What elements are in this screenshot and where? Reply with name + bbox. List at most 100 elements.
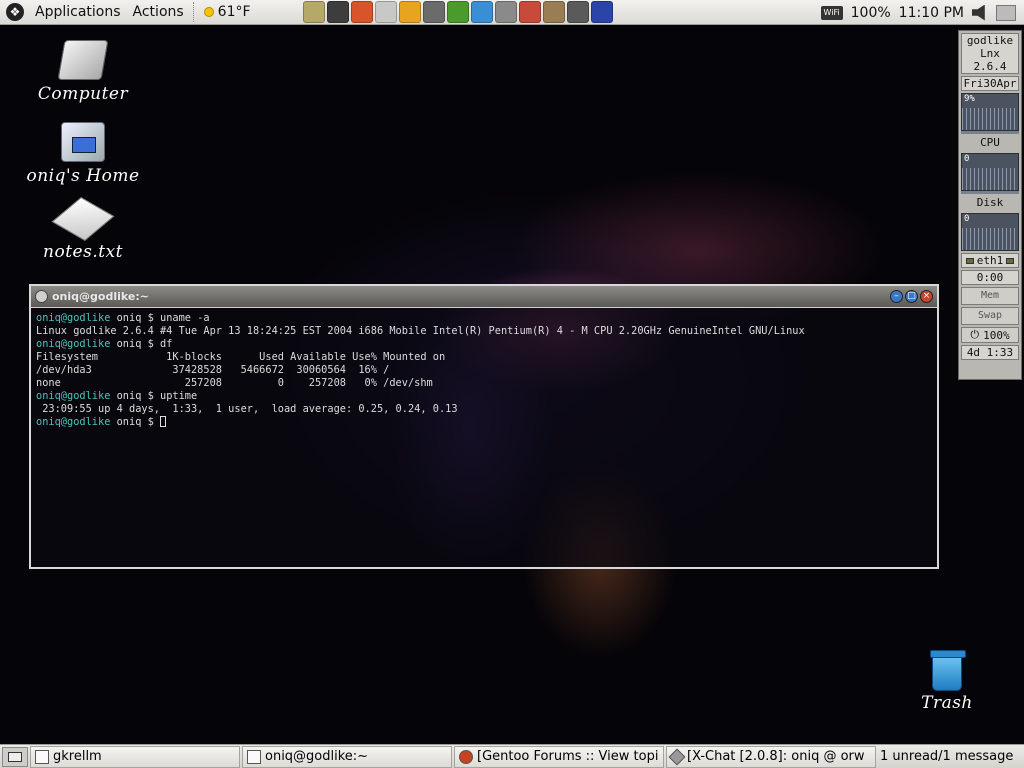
- desktop-icon-label: oniq's Home: [26, 166, 140, 186]
- terminal-line: 23:09:55 up 4 days, 1:33, 1 user, load a…: [36, 403, 932, 416]
- tx-led-icon: [1006, 257, 1015, 264]
- show-desktop-button[interactable]: [2, 746, 28, 767]
- firefox-icon[interactable]: [350, 1, 373, 23]
- mail-icon[interactable]: [566, 1, 589, 23]
- terminal-text: oniq $ uptime: [110, 390, 198, 402]
- terminal-icon[interactable]: [326, 1, 349, 23]
- terminal-text: oniq $ uname -a: [110, 312, 210, 324]
- close-button[interactable]: ×: [920, 290, 933, 303]
- terminal-line: oniq@godlike oniq $ uptime: [36, 390, 932, 403]
- desktop-icon-notes[interactable]: notes.txt: [18, 196, 148, 262]
- system-tray: WiFi 100% 11:10 PM: [820, 0, 1016, 25]
- actions-menu[interactable]: Actions: [127, 1, 190, 23]
- terminal-window-icon[interactable]: [35, 290, 48, 303]
- gkrellm-battery: ⏻ 100%: [961, 327, 1019, 343]
- prompt-user-host: oniq@godlike: [36, 338, 111, 350]
- plug-icon: ⏻: [970, 328, 980, 341]
- desktop-icon-label: Trash: [921, 693, 973, 713]
- gkrellm-disk-label: Disk: [976, 196, 1004, 209]
- gkrellm-swap-meter[interactable]: Swap: [961, 307, 1019, 325]
- minimize-button[interactable]: –: [890, 290, 903, 303]
- settings-icon[interactable]: [422, 1, 445, 23]
- prompt-user-host: oniq@godlike: [36, 312, 111, 324]
- media-icon[interactable]: [494, 1, 517, 23]
- terminal-line: /dev/hda3 37428528 5466672 30060564 16% …: [36, 364, 932, 377]
- terminal-text: 23:09:55 up 4 days, 1:33, 1 user, load a…: [36, 403, 458, 415]
- task-terminal[interactable]: oniq@godlike:~: [242, 745, 452, 768]
- prompt-user-host: oniq@godlike: [36, 390, 111, 402]
- gimp-icon[interactable]: [542, 1, 565, 23]
- gkrellm-cpu-label: CPU: [980, 136, 1000, 149]
- gkrellm-disk-value: 0: [964, 154, 970, 164]
- desktop-icon-home[interactable]: oniq's Home: [18, 122, 148, 186]
- desktop-icon-label: Computer: [37, 84, 129, 104]
- terminal-text: none 257208 0 257208 0% /dev/shm: [36, 377, 433, 389]
- task-firefox[interactable]: [Gentoo Forums :: View topi: [454, 745, 664, 768]
- gkrellm-kernel: Lnx 2.6.4: [973, 47, 1007, 73]
- top-panel: ❖ Applications Actions 61°F WiFi 100% 11…: [0, 0, 1024, 25]
- prompt-user-host: oniq@godlike: [36, 416, 111, 428]
- cpu-graph: [962, 108, 1018, 130]
- clock[interactable]: 11:10 PM: [899, 5, 964, 21]
- screenshot-icon[interactable]: [996, 4, 1016, 21]
- disk-graph: [962, 168, 1018, 190]
- drive-icon[interactable]: [374, 1, 397, 23]
- calendar-icon[interactable]: [518, 1, 541, 23]
- gkrellm-mem-meter[interactable]: Mem: [961, 287, 1019, 305]
- rx-led-icon: [965, 257, 974, 264]
- gkrellm-disk-chart[interactable]: 0: [961, 153, 1019, 191]
- terminal-icon: [247, 749, 261, 764]
- terminal-titlebar[interactable]: oniq@godlike:~ – □ ×: [31, 286, 937, 308]
- gaim-icon[interactable]: [398, 1, 421, 23]
- launcher-bar: [302, 1, 613, 23]
- terminal-line: Linux godlike 2.6.4 #4 Tue Apr 13 18:24:…: [36, 325, 932, 338]
- terminal-line: none 257208 0 257208 0% /dev/shm: [36, 377, 932, 390]
- task-gkrellm[interactable]: gkrellm: [30, 745, 240, 768]
- maximize-button[interactable]: □: [905, 290, 918, 303]
- evolution-icon[interactable]: [470, 1, 493, 23]
- firefox-icon: [459, 749, 473, 764]
- notes-icon[interactable]: [302, 1, 325, 23]
- terminal-output[interactable]: oniq@godlike oniq $ uname -a Linux godlik…: [31, 308, 937, 433]
- terminal-text: /dev/hda3 37428528 5466672 30060564 16% …: [36, 364, 390, 376]
- terminal-text: oniq $ df: [110, 338, 173, 350]
- gkrellm-monitor[interactable]: godlike Lnx 2.6.4 Fri30Apr 9% CPU 0 Disk…: [958, 30, 1022, 380]
- bottom-panel: gkrellm oniq@godlike:~ [Gentoo Forums ::…: [0, 744, 1024, 768]
- terminal-text: Filesystem 1K-blocks Used Available Use%…: [36, 351, 446, 363]
- gkrellm-net-label: eth1: [976, 254, 1004, 267]
- wifi-icon[interactable]: WiFi: [820, 5, 843, 20]
- gkrellm-host: godlike Lnx 2.6.4: [961, 33, 1019, 74]
- desktop-icon: [8, 751, 22, 762]
- gkrellm-net-chart[interactable]: 0: [961, 213, 1019, 251]
- terminal-text: oniq $: [110, 416, 161, 428]
- terminal-line: Filesystem 1K-blocks Used Available Use%…: [36, 351, 932, 364]
- volume-icon[interactable]: [972, 4, 985, 21]
- gkrellm-uptime: 4d 1:33: [961, 345, 1019, 360]
- battery-status[interactable]: 100%: [851, 5, 891, 21]
- task-label: [X-Chat [2.0.8]: oniq @ orw: [687, 749, 865, 764]
- terminal-text: Linux godlike 2.6.4 #4 Tue Apr 13 18:24:…: [36, 325, 805, 337]
- net-graph: [962, 228, 1018, 250]
- gkrellm-battery-value: 100%: [983, 328, 1010, 342]
- text-editor-icon[interactable]: [590, 1, 613, 23]
- desktop-icon-trash[interactable]: Trash: [882, 650, 1012, 713]
- weather-applet[interactable]: 61°F: [198, 4, 257, 20]
- text-cursor: [160, 416, 167, 427]
- task-xchat[interactable]: [X-Chat [2.0.8]: oniq @ orw: [666, 745, 876, 768]
- weather-temperature: 61°F: [217, 4, 251, 20]
- terminal-window[interactable]: oniq@godlike:~ – □ × oniq@godlike oniq $…: [29, 284, 939, 569]
- gkrellm-cpu-chart[interactable]: 9%: [961, 93, 1019, 131]
- terminal-line: oniq@godlike oniq $ uname -a: [36, 312, 932, 325]
- computer-icon: [57, 40, 109, 80]
- gkrellm-date: Fri30Apr: [961, 76, 1019, 91]
- notification-area[interactable]: 1 unread/1 message: [880, 749, 1016, 764]
- task-label: gkrellm: [53, 749, 102, 764]
- terminal-title: oniq@godlike:~: [52, 290, 149, 303]
- gnome-foot-icon[interactable]: ❖: [6, 3, 24, 21]
- gkrellm-cpu-value: 9%: [964, 94, 975, 104]
- task-label: oniq@godlike:~: [265, 749, 369, 764]
- applications-menu[interactable]: Applications: [29, 1, 127, 23]
- globe-icon[interactable]: [446, 1, 469, 23]
- gkrellm-net-value: 0: [964, 214, 970, 224]
- desktop-icon-computer[interactable]: Computer: [18, 40, 148, 104]
